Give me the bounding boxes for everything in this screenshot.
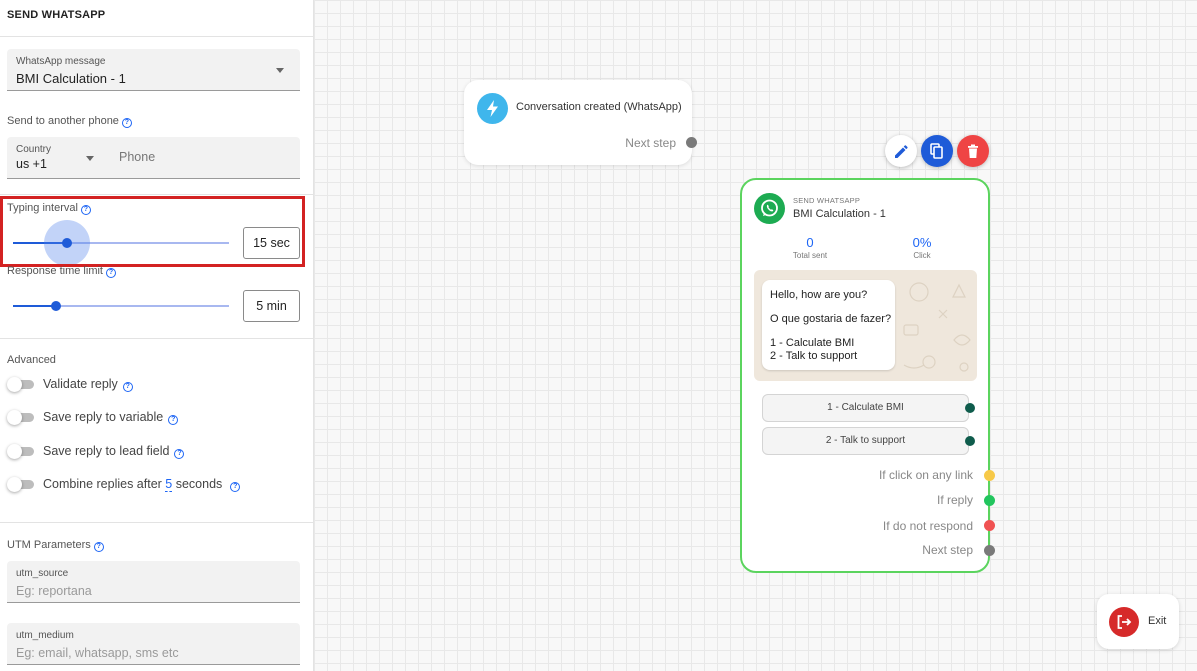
copy-icon	[930, 143, 943, 159]
divider	[0, 522, 313, 523]
panel-title: SEND WHATSAPP	[7, 9, 106, 21]
whatsapp-message-value: BMI Calculation - 1	[16, 71, 126, 86]
response-time-slider[interactable]	[13, 301, 229, 311]
output-no-response-connector[interactable]	[984, 520, 995, 531]
divider	[0, 338, 313, 339]
whatsapp-message-select[interactable]: WhatsApp message BMI Calculation - 1	[7, 49, 300, 91]
save-reply-lead-label: Save reply to lead field?	[43, 444, 185, 459]
output-if-reply-label: If reply	[936, 493, 973, 507]
whatsapp-icon	[754, 193, 785, 224]
utm-medium-input[interactable]: utm_medium Eg: email, whatsapp, sms etc	[7, 623, 300, 665]
bolt-icon	[477, 93, 508, 124]
chevron-down-icon	[86, 156, 94, 161]
combine-seconds-input[interactable]: 5	[165, 477, 173, 492]
utm-source-placeholder: Eg: reportana	[16, 584, 92, 598]
send-whatsapp-node[interactable]: SEND WHATSAPP BMI Calculation - 1 0 Tota…	[740, 178, 995, 573]
send-to-another-phone-label: Send to another phone?	[7, 115, 132, 128]
save-reply-variable-toggle[interactable]	[7, 410, 22, 425]
combine-replies-toggle[interactable]	[7, 477, 22, 492]
trigger-node[interactable]: Conversation created (WhatsApp) Next ste…	[464, 80, 697, 165]
help-icon[interactable]: ?	[168, 415, 179, 425]
highlight-box	[0, 196, 305, 267]
output-if-reply-connector[interactable]	[984, 495, 995, 506]
divider	[0, 36, 313, 37]
help-icon[interactable]: ?	[121, 118, 132, 128]
click-rate-label: Click	[913, 251, 931, 260]
response-time-value[interactable]: 5 min	[243, 290, 300, 322]
duplicate-node-button[interactable]	[921, 135, 953, 167]
validate-reply-label: Validate reply?	[43, 377, 133, 392]
utm-parameters-label: UTM Parameters?	[7, 539, 104, 552]
country-select[interactable]: Country us +1	[7, 137, 107, 179]
total-sent-value: 0	[806, 235, 814, 250]
exit-button[interactable]: Exit	[1097, 594, 1179, 649]
utm-source-label: utm_source	[16, 568, 69, 579]
help-icon[interactable]: ?	[105, 268, 116, 278]
save-reply-variable-label: Save reply to variable?	[43, 410, 179, 425]
output-if-click-label: If click on any link	[878, 468, 973, 482]
slider-fill	[13, 305, 56, 307]
country-label: Country	[16, 144, 52, 155]
total-sent-label: Total sent	[792, 251, 828, 260]
save-reply-lead-toggle-row: Save reply to lead field?	[7, 444, 307, 460]
output-next-step-label: Next step	[922, 543, 973, 557]
response-time-limit-label: Response time limit?	[7, 265, 116, 278]
advanced-label: Advanced	[7, 354, 56, 366]
exit-label: Exit	[1148, 615, 1167, 627]
save-reply-lead-toggle[interactable]	[7, 444, 22, 459]
message-line: 1 - Calculate BMI	[770, 337, 855, 349]
settings-panel: SEND WHATSAPP WhatsApp message BMI Calcu…	[0, 0, 314, 671]
help-icon[interactable]: ?	[230, 482, 241, 492]
trash-icon	[968, 144, 978, 158]
click-rate-value: 0%	[912, 235, 932, 250]
output-next-step-connector[interactable]	[984, 545, 995, 556]
phone-placeholder: Phone	[119, 150, 156, 164]
save-reply-variable-toggle-row: Save reply to variable?	[7, 410, 307, 426]
slider-thumb[interactable]	[51, 301, 61, 311]
delete-node-button[interactable]	[957, 135, 989, 167]
country-value: us +1	[16, 157, 47, 171]
trigger-next-step-connector[interactable]	[686, 137, 697, 148]
help-icon[interactable]: ?	[122, 382, 133, 392]
button-connector[interactable]	[965, 436, 975, 446]
pencil-icon	[895, 145, 908, 158]
combine-replies-toggle-row: Combine replies after 5 seconds?	[7, 477, 307, 493]
message-bubble: Hello, how are you? O que gostaria de fa…	[762, 280, 895, 370]
button-connector[interactable]	[965, 403, 975, 413]
validate-reply-toggle-row: Validate reply?	[7, 377, 307, 393]
message-line: 2 - Talk to support	[770, 350, 858, 362]
output-if-click-connector[interactable]	[984, 470, 995, 481]
trigger-next-step-label: Next step	[625, 136, 676, 150]
utm-source-input[interactable]: utm_source Eg: reportana	[7, 561, 300, 603]
help-icon[interactable]: ?	[93, 542, 104, 552]
node-kicker: SEND WHATSAPP	[793, 196, 861, 205]
combine-replies-label: Combine replies after 5 seconds?	[43, 477, 241, 492]
phone-input[interactable]: Phone	[109, 137, 299, 179]
help-icon[interactable]: ?	[174, 449, 185, 459]
divider	[0, 194, 313, 195]
node-title: BMI Calculation - 1	[793, 208, 886, 220]
utm-medium-placeholder: Eg: email, whatsapp, sms etc	[16, 646, 179, 660]
output-no-response-label: If do not respond	[882, 519, 973, 533]
validate-reply-toggle[interactable]	[7, 377, 22, 392]
chevron-down-icon	[276, 68, 284, 73]
message-line: O que gostaria de fazer?	[770, 313, 892, 325]
whatsapp-message-label: WhatsApp message	[16, 56, 106, 67]
utm-medium-label: utm_medium	[16, 630, 74, 641]
exit-icon	[1109, 607, 1139, 637]
reply-button-calculate-bmi[interactable]: 1 - Calculate BMI	[762, 394, 969, 422]
message-preview: Hello, how are you? O que gostaria de fa…	[754, 270, 977, 381]
reply-button-talk-to-support[interactable]: 2 - Talk to support	[762, 427, 969, 455]
edit-node-button[interactable]	[885, 135, 917, 167]
phone-input-group: Country us +1 Phone	[7, 137, 300, 179]
message-line: Hello, how are you?	[770, 289, 868, 301]
trigger-title: Conversation created (WhatsApp)	[516, 101, 682, 113]
